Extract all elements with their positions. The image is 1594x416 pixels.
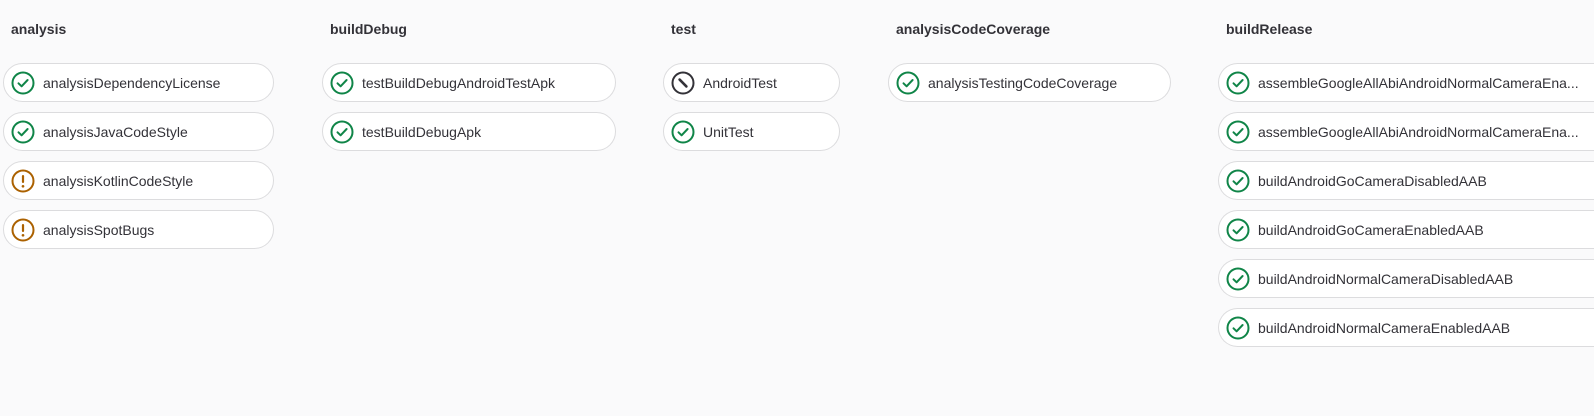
stage-title: analysis bbox=[11, 21, 67, 37]
job-name: analysisSpotBugs bbox=[43, 221, 155, 238]
job-build-android-normal-camera-disabled-aab[interactable]: buildAndroidNormalCameraDisabledAAB bbox=[1218, 259, 1594, 298]
stage-title: test bbox=[671, 21, 696, 37]
stage-title: buildDebug bbox=[330, 21, 407, 37]
success-icon bbox=[330, 120, 354, 144]
job-build-android-normal-camera-enabled-aab[interactable]: buildAndroidNormalCameraEnabledAAB bbox=[1218, 308, 1594, 347]
warning-icon bbox=[11, 169, 35, 193]
success-icon bbox=[1226, 316, 1250, 340]
job-name: buildAndroidNormalCameraDisabledAAB bbox=[1258, 270, 1514, 287]
success-icon bbox=[1226, 71, 1250, 95]
skipped-icon bbox=[671, 71, 695, 95]
job-name: analysisDependencyLicense bbox=[43, 74, 221, 91]
job-build-android-go-camera-enabled-aab[interactable]: buildAndroidGoCameraEnabledAAB bbox=[1218, 210, 1594, 249]
success-icon bbox=[330, 71, 354, 95]
job-name: assembleGoogleAllAbiAndroidNormalCameraE… bbox=[1258, 123, 1579, 140]
job-build-android-go-camera-disabled-aab[interactable]: buildAndroidGoCameraDisabledAAB bbox=[1218, 161, 1594, 200]
job-name: assembleGoogleAllAbiAndroidNormalCameraE… bbox=[1258, 74, 1579, 91]
job-name: analysisKotlinCodeStyle bbox=[43, 172, 194, 189]
success-icon bbox=[671, 120, 695, 144]
success-icon bbox=[11, 71, 35, 95]
job-analysis-testing-code-coverage[interactable]: analysisTestingCodeCoverage bbox=[888, 63, 1171, 102]
job-test-build-debug-android-test-apk[interactable]: testBuildDebugAndroidTestApk bbox=[322, 63, 616, 102]
job-name: testBuildDebugAndroidTestApk bbox=[362, 74, 556, 91]
stage-title: analysisCodeCoverage bbox=[896, 21, 1051, 37]
success-icon bbox=[1226, 218, 1250, 242]
job-name: buildAndroidGoCameraEnabledAAB bbox=[1258, 221, 1484, 238]
job-name: buildAndroidGoCameraDisabledAAB bbox=[1258, 172, 1487, 189]
success-icon bbox=[896, 71, 920, 95]
stage-title: buildRelease bbox=[1226, 21, 1313, 37]
success-icon bbox=[1226, 267, 1250, 291]
job-test-build-debug-apk[interactable]: testBuildDebugApk bbox=[322, 112, 616, 151]
job-name: UnitTest bbox=[703, 123, 754, 140]
job-name: analysisTestingCodeCoverage bbox=[928, 74, 1118, 91]
job-analysis-dependency-license[interactable]: analysisDependencyLicense bbox=[3, 63, 274, 102]
warning-icon bbox=[11, 218, 35, 242]
job-name: AndroidTest bbox=[703, 74, 777, 91]
job-name: analysisJavaCodeStyle bbox=[43, 123, 188, 140]
job-assemble-google-all-abi-1[interactable]: assembleGoogleAllAbiAndroidNormalCameraE… bbox=[1218, 63, 1594, 102]
success-icon bbox=[1226, 120, 1250, 144]
job-name: testBuildDebugApk bbox=[362, 123, 482, 140]
job-analysis-kotlin-code-style[interactable]: analysisKotlinCodeStyle bbox=[3, 161, 274, 200]
success-icon bbox=[11, 120, 35, 144]
success-icon bbox=[1226, 169, 1250, 193]
pipeline-graph: analysis analysisDependencyLicense analy… bbox=[0, 0, 1594, 416]
job-unit-test[interactable]: UnitTest bbox=[663, 112, 840, 151]
job-analysis-java-code-style[interactable]: analysisJavaCodeStyle bbox=[3, 112, 274, 151]
job-name: buildAndroidNormalCameraEnabledAAB bbox=[1258, 319, 1511, 336]
job-analysis-spot-bugs[interactable]: analysisSpotBugs bbox=[3, 210, 274, 249]
job-assemble-google-all-abi-2[interactable]: assembleGoogleAllAbiAndroidNormalCameraE… bbox=[1218, 112, 1594, 151]
job-android-test[interactable]: AndroidTest bbox=[663, 63, 840, 102]
